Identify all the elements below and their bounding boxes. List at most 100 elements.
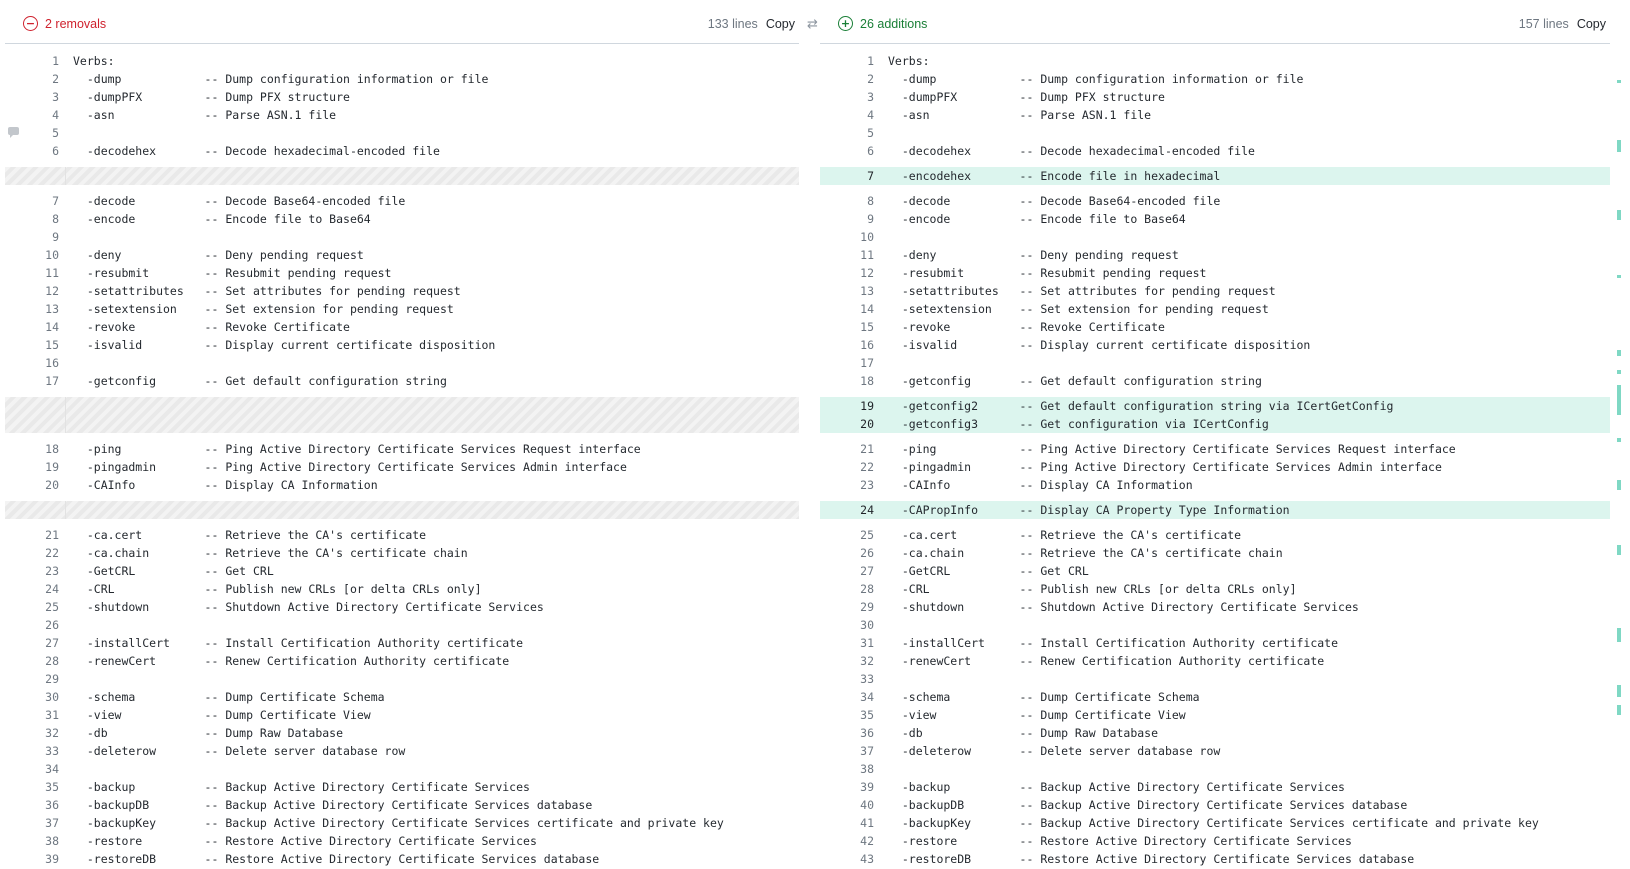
- line-text: -setattributes -- Set attributes for pen…: [73, 284, 461, 298]
- line-number: 23: [45, 564, 59, 578]
- line-number: 14: [860, 302, 874, 316]
- code-line: 4 -asn -- Parse ASN.1 file: [5, 106, 799, 124]
- line-number: 41: [860, 816, 874, 830]
- added-line: 7 -encodehex -- Encode file in hexadecim…: [820, 167, 1610, 185]
- code-line: 30: [820, 616, 1610, 634]
- line-text: -installCert -- Install Certification Au…: [73, 636, 524, 650]
- code-line: 28 -renewCert -- Renew Certification Aut…: [5, 652, 799, 670]
- line-number: 25: [860, 528, 874, 542]
- line-number: 28: [860, 582, 874, 596]
- code-line: 42 -restore -- Restore Active Directory …: [820, 832, 1610, 850]
- line-number: 13: [860, 284, 874, 298]
- line-number: 24: [860, 503, 874, 517]
- line-number: 3: [867, 90, 874, 104]
- removals-label: 2 removals: [45, 16, 107, 31]
- line-text: -CAPropInfo -- Display CA Property Type …: [888, 503, 1290, 517]
- code-line: 22 -pingadmin -- Ping Active Directory C…: [820, 458, 1610, 476]
- code-line: 33 -deleterow -- Delete server database …: [5, 742, 799, 760]
- line-text: -backupKey -- Backup Active Directory Ce…: [73, 816, 724, 830]
- line-number: 17: [45, 374, 59, 388]
- line-number: 4: [52, 108, 59, 122]
- copy-modified-button[interactable]: Copy: [1577, 17, 1606, 31]
- line-number: 10: [860, 230, 874, 244]
- line-text: -dump -- Dump configuration information …: [73, 72, 489, 86]
- hunk-spacer: [5, 519, 799, 526]
- line-number: 38: [860, 762, 874, 776]
- line-text: -deny -- Deny pending request: [888, 248, 1179, 262]
- line-number: 7: [867, 169, 874, 183]
- minimap-marker: [1617, 210, 1621, 220]
- original-pane: − 2 removals 133 lines Copy 1 Verbs: 2 -du…: [5, 0, 799, 869]
- code-line: 1 Verbs:: [820, 52, 1610, 70]
- hunk-spacer: [5, 160, 799, 167]
- line-number: 16: [45, 356, 59, 370]
- line-number: 6: [52, 144, 59, 158]
- line-text: -resubmit -- Resubmit pending request: [73, 266, 392, 280]
- line-number: 11: [860, 248, 874, 262]
- line-number: 28: [45, 654, 59, 668]
- line-text: -isvalid -- Display current certificate …: [888, 338, 1311, 352]
- hunk-spacer: [5, 433, 799, 440]
- code-line: 5: [5, 124, 799, 142]
- line-number: 19: [860, 399, 874, 413]
- code-line: 6 -decodehex -- Decode hexadecimal-encod…: [820, 142, 1610, 160]
- copy-original-button[interactable]: Copy: [766, 17, 795, 31]
- line-text: -renewCert -- Renew Certification Author…: [73, 654, 510, 668]
- line-number: 32: [860, 654, 874, 668]
- diff-minimap[interactable]: [1617, 60, 1623, 780]
- line-number: 5: [867, 126, 874, 140]
- modified-header-actions: 157 lines Copy: [1519, 17, 1606, 31]
- code-line: 35 -backup -- Backup Active Directory Ce…: [5, 778, 799, 796]
- line-number: 8: [52, 212, 59, 226]
- line-text: -CRL -- Publish new CRLs [or delta CRLs …: [73, 582, 482, 596]
- code-line: 3 -dumpPFX -- Dump PFX structure: [5, 88, 799, 106]
- line-number: 18: [45, 442, 59, 456]
- code-line: 12 -setattributes -- Set attributes for …: [5, 282, 799, 300]
- line-text: -backup -- Backup Active Directory Certi…: [73, 780, 530, 794]
- comment-icon[interactable]: [8, 127, 19, 138]
- line-text: -ca.chain -- Retrieve the CA's certifica…: [73, 546, 468, 560]
- code-line: 12 -resubmit -- Resubmit pending request: [820, 264, 1610, 282]
- line-number: 10: [45, 248, 59, 262]
- line-number: 8: [867, 194, 874, 208]
- code-line: 11 -resubmit -- Resubmit pending request: [5, 264, 799, 282]
- line-number: 36: [860, 726, 874, 740]
- modified-code-lines: 1 Verbs: 2 -dump -- Dump configuration inf…: [820, 52, 1610, 868]
- line-number: 18: [860, 374, 874, 388]
- code-line: 14 -revoke -- Revoke Certificate: [5, 318, 799, 336]
- line-text: -encode -- Encode file to Base64: [888, 212, 1186, 226]
- code-line: 1 Verbs:: [5, 52, 799, 70]
- added-line: 19 -getconfig2 -- Get default configurat…: [820, 397, 1610, 415]
- minimap-marker: [1617, 438, 1621, 442]
- minimap-marker: [1617, 350, 1621, 356]
- minimap-marker: [1617, 545, 1621, 555]
- code-line: 20 -CAInfo -- Display CA Information: [5, 476, 799, 494]
- line-number: 6: [867, 144, 874, 158]
- swap-arrows-icon[interactable]: ⇄: [807, 17, 818, 32]
- line-number: 1: [52, 54, 59, 68]
- minimap-marker: [1617, 628, 1621, 642]
- minus-circle-icon: −: [23, 16, 38, 31]
- code-line: 2 -dump -- Dump configuration informatio…: [5, 70, 799, 88]
- code-line: 32 -renewCert -- Renew Certification Aut…: [820, 652, 1610, 670]
- code-line: 33: [820, 670, 1610, 688]
- line-number: 9: [52, 230, 59, 244]
- removed-placeholder: [5, 397, 799, 433]
- code-line: 29 -shutdown -- Shutdown Active Director…: [820, 598, 1610, 616]
- code-line: 35 -view -- Dump Certificate View: [820, 706, 1610, 724]
- line-number: 31: [860, 636, 874, 650]
- line-number: 23: [860, 478, 874, 492]
- line-text: -backupDB -- Backup Active Directory Cer…: [73, 798, 593, 812]
- code-line: 10: [820, 228, 1610, 246]
- line-text: Verbs:: [888, 54, 930, 68]
- line-text: -setattributes -- Set attributes for pen…: [888, 284, 1276, 298]
- line-text: -shutdown -- Shutdown Active Directory C…: [73, 600, 544, 614]
- modified-pane-header: + 26 additions 157 lines Copy: [820, 14, 1610, 44]
- line-number: 11: [45, 266, 59, 280]
- code-line: 26: [5, 616, 799, 634]
- hunk-spacer: [5, 185, 799, 192]
- line-text: -pingadmin -- Ping Active Directory Cert…: [73, 460, 627, 474]
- code-line: 39 -restoreDB -- Restore Active Director…: [5, 850, 799, 868]
- line-text: -ca.chain -- Retrieve the CA's certifica…: [888, 546, 1283, 560]
- code-line: 29: [5, 670, 799, 688]
